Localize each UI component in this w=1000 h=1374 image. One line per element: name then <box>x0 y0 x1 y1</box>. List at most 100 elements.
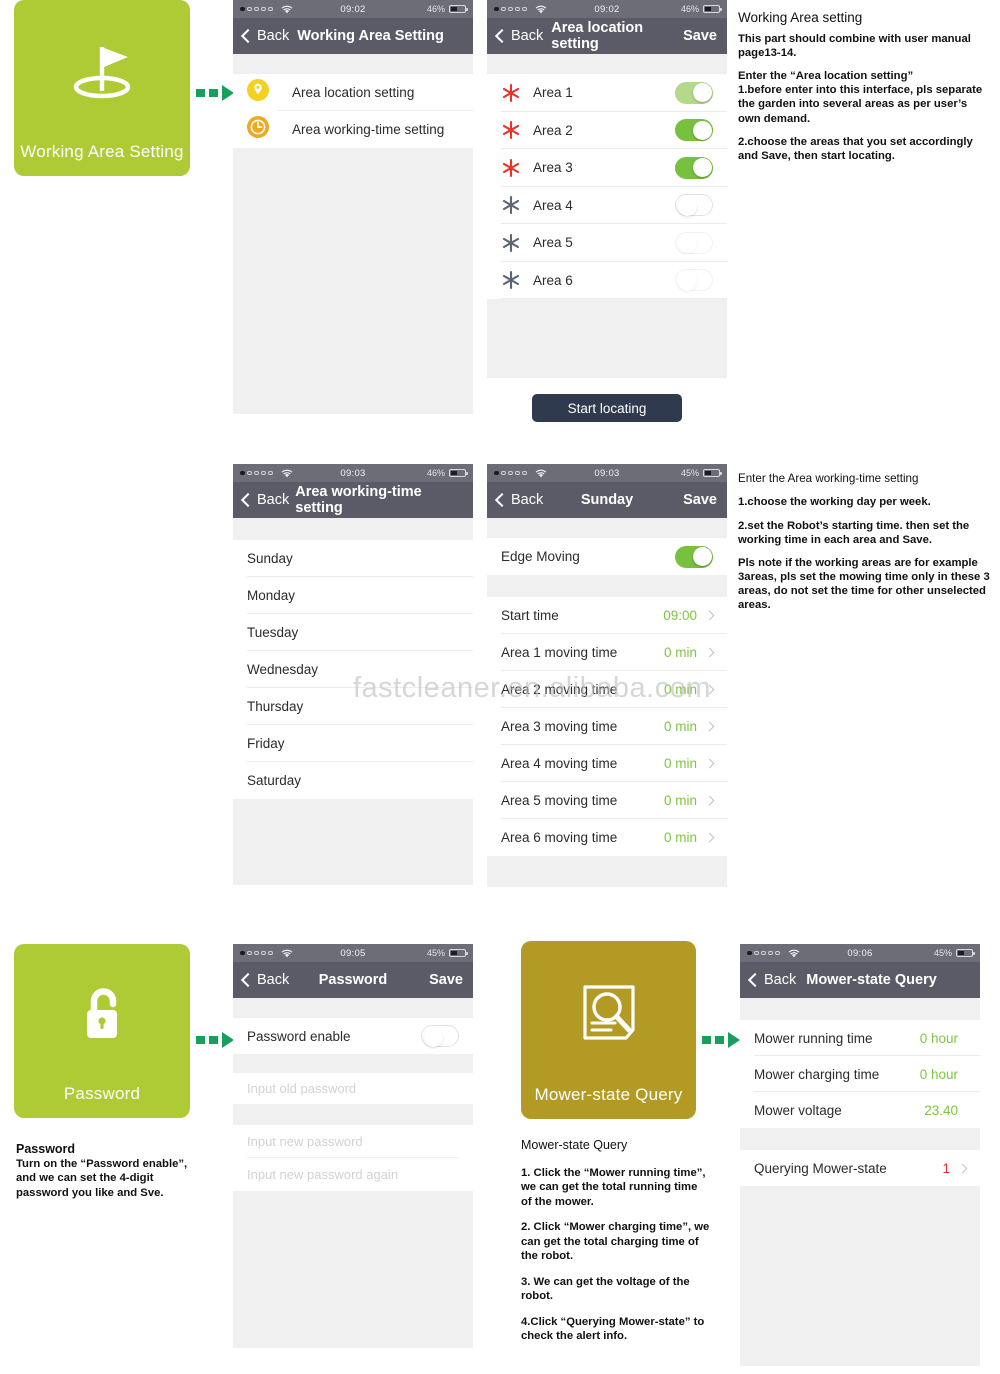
mower-charging-time-row[interactable]: Mower charging time 0 hour <box>740 1056 980 1092</box>
status-bar: 09:02 46% <box>233 0 473 18</box>
status-time: 09:06 <box>847 947 873 959</box>
empty-area <box>233 1191 473 1348</box>
save-button[interactable]: Save <box>683 492 717 508</box>
item-label: Area 3 moving time <box>501 719 618 734</box>
area-label: Area 5 <box>533 235 573 251</box>
day-label: Friday <box>247 736 285 751</box>
field-placeholder: Input new password <box>247 1134 363 1149</box>
chevron-left-icon <box>240 492 256 508</box>
empty-area <box>487 299 727 378</box>
back-label: Back <box>764 972 797 988</box>
area-label: Area 6 <box>533 272 573 288</box>
area-label: Area 2 <box>533 122 573 138</box>
day-row-sunday[interactable]: Sunday <box>233 540 473 577</box>
tile-working-area-setting[interactable]: Working Area Setting <box>14 0 190 176</box>
status-time: 09:03 <box>594 467 620 479</box>
old-password-field[interactable]: Input old password <box>233 1073 473 1104</box>
nav-bar: Back Working Area Setting <box>233 18 473 54</box>
day-row-friday[interactable]: Friday <box>233 725 473 762</box>
area-row[interactable]: Area 5 <box>487 224 727 262</box>
area-toggle[interactable] <box>675 119 713 142</box>
item-value: 0 min <box>663 793 697 808</box>
area-moving-time-row[interactable]: Area 1 moving time 0 min <box>487 634 727 671</box>
mower-voltage-row[interactable]: Mower voltage 23.40 <box>740 1092 980 1128</box>
status-bar: 09:06 45% <box>740 944 980 962</box>
area-toggle[interactable] <box>675 81 713 104</box>
area-moving-time-row[interactable]: Area 3 moving time 0 min <box>487 708 727 745</box>
mower-running-time-row[interactable]: Mower running time 0 hour <box>740 1020 980 1056</box>
caption-item: 1. Click the “Mower running time”, we ca… <box>521 1167 706 1208</box>
asterisk-icon <box>501 195 521 215</box>
battery-icon <box>449 5 468 13</box>
area-row[interactable]: Area 4 <box>487 186 727 224</box>
item-value: 0 hour <box>919 1030 958 1046</box>
chevron-right-icon <box>957 1163 968 1173</box>
edge-moving-toggle[interactable] <box>675 545 713 568</box>
area-row[interactable]: Area 1 <box>487 74 727 112</box>
menu-item-area-location[interactable]: Area location setting <box>233 74 473 111</box>
day-label: Tuesday <box>247 625 299 640</box>
signal-dots-icon <box>240 950 273 956</box>
confirm-password-field[interactable]: Input new password again <box>233 1158 473 1191</box>
password-enable-toggle[interactable] <box>421 1025 459 1047</box>
area-toggle[interactable] <box>675 231 713 254</box>
tile-password[interactable]: Password <box>14 944 190 1118</box>
phone-working-area-setting: 09:02 46% Back Working Area Setting Area… <box>233 0 473 414</box>
back-button[interactable]: Back <box>240 972 289 988</box>
item-value: 0 min <box>663 830 697 845</box>
start-time-row[interactable]: Start time 09:00 <box>487 597 727 634</box>
password-enable-row[interactable]: Password enable <box>233 1018 473 1054</box>
tile-mower-state-query[interactable]: Mower-state Query <box>521 941 696 1119</box>
nav-bar: Back Area location setting Save <box>487 18 727 54</box>
edge-moving-row[interactable]: Edge Moving <box>487 538 727 575</box>
section-gap <box>233 998 473 1018</box>
status-time: 09:05 <box>340 947 366 959</box>
querying-mower-state-row[interactable]: Querying Mower-state 1 <box>740 1150 980 1186</box>
item-value: 1 <box>942 1160 950 1176</box>
field-placeholder: Input old password <box>247 1081 357 1096</box>
area-moving-time-row[interactable]: Area 5 moving time 0 min <box>487 782 727 819</box>
status-bar: 09:03 45% <box>487 464 727 482</box>
day-row-saturday[interactable]: Saturday <box>233 762 473 799</box>
page-title: Mower-state Query <box>806 972 937 988</box>
back-label: Back <box>257 492 290 508</box>
area-row[interactable]: Area 3 <box>487 149 727 187</box>
area-toggle[interactable] <box>675 156 713 179</box>
wifi-icon <box>281 5 294 14</box>
area-moving-time-row[interactable]: Area 6 moving time 0 min <box>487 819 727 856</box>
back-button[interactable]: Back <box>240 28 289 44</box>
back-button[interactable]: Back <box>240 492 290 508</box>
menu-item-area-working-time[interactable]: Area working-time setting <box>233 111 473 148</box>
area-row[interactable]: Area 2 <box>487 111 727 149</box>
battery-icon <box>449 469 468 477</box>
back-button[interactable]: Back <box>747 972 797 988</box>
start-locating-button[interactable]: Start locating <box>532 394 682 422</box>
item-value: 0 min <box>663 645 697 660</box>
desc-paragraph: This part should combine with user manua… <box>738 33 971 60</box>
description-working-area: Working Area setting This part should co… <box>738 10 988 163</box>
save-button[interactable]: Save <box>683 28 717 44</box>
day-row-monday[interactable]: Monday <box>233 577 473 614</box>
chevron-right-icon <box>704 832 715 843</box>
page-title: Area working-time setting <box>295 484 422 516</box>
area-toggle[interactable] <box>675 269 713 292</box>
back-label: Back <box>511 28 544 44</box>
asterisk-icon <box>501 270 521 290</box>
back-button[interactable]: Back <box>494 28 544 44</box>
desc-paragraph: 2.choose the areas that you set accordin… <box>738 135 973 162</box>
area-moving-time-row[interactable]: Area 4 moving time 0 min <box>487 745 727 782</box>
day-row-tuesday[interactable]: Tuesday <box>233 614 473 651</box>
tile-label: Mower-state Query <box>534 1085 683 1105</box>
area-label: Area 4 <box>533 197 573 213</box>
item-label: Area 6 moving time <box>501 830 618 845</box>
new-password-field[interactable]: Input new password <box>233 1125 473 1158</box>
desc-title: Working Area setting <box>738 10 863 25</box>
save-button[interactable]: Save <box>429 972 463 988</box>
area-row[interactable]: Area 6 <box>487 261 727 299</box>
section-gap <box>233 1054 473 1073</box>
menu-item-label: Area working-time setting <box>292 122 445 137</box>
back-button[interactable]: Back <box>494 492 543 508</box>
chevron-left-icon <box>747 972 763 988</box>
area-toggle[interactable] <box>675 194 713 217</box>
map-pin-icon <box>247 79 269 106</box>
